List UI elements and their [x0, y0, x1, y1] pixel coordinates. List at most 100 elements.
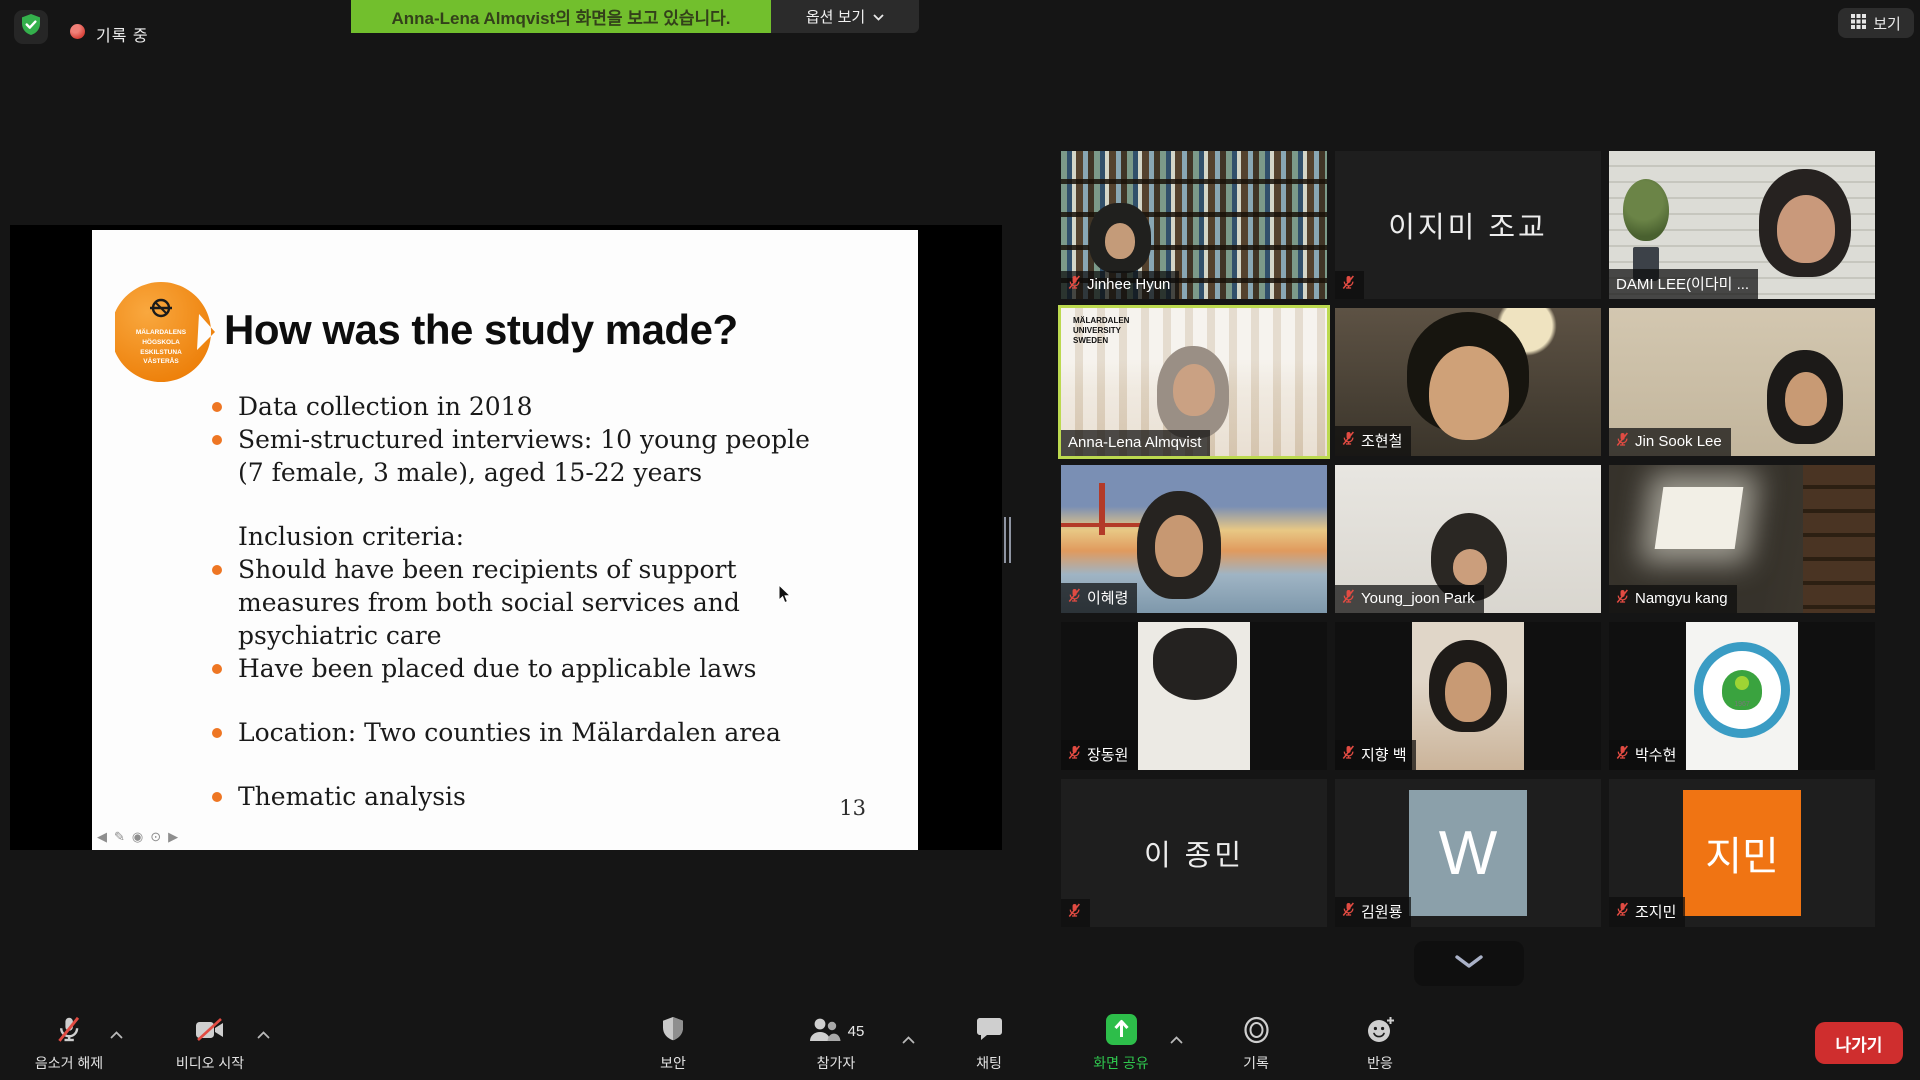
- participant-tile[interactable]: 조현철: [1335, 308, 1601, 456]
- presentation-slide: MÄLARDALENS HÖGSKOLA ESKILSTUNA VÄSTERÅS…: [92, 230, 918, 850]
- participant-name-tag: 조현철: [1335, 426, 1411, 456]
- participant-center-name: 이지미 조교: [1335, 151, 1601, 299]
- slide-bullet-item: Data collection in 2018: [212, 390, 812, 423]
- participants-icon: [808, 1017, 842, 1046]
- participant-tile[interactable]: Young_joon Park: [1335, 465, 1601, 613]
- mute-label: 음소거 해제: [35, 1053, 103, 1073]
- recording-label: 기록 중: [96, 22, 149, 46]
- participant-count-badge: 45: [848, 1023, 865, 1040]
- participant-tile[interactable]: 지향 백: [1335, 622, 1601, 770]
- bullet-marker-icon: [212, 402, 222, 412]
- panel-resize-handle[interactable]: [1004, 517, 1011, 563]
- participant-name-label: 조지민: [1635, 901, 1676, 922]
- person-face: [1777, 195, 1835, 263]
- participant-name-tag: 김원룡: [1335, 897, 1411, 927]
- slide-page-number: 13: [839, 796, 866, 820]
- view-options-label: 옵션 보기: [806, 6, 865, 27]
- participant-tile[interactable]: MÄLARDALEN UNIVERSITY SWEDENAnna-Lena Al…: [1061, 308, 1327, 456]
- share-screen-icon: [1106, 1014, 1137, 1048]
- participant-tile[interactable]: 이 종민: [1061, 779, 1327, 927]
- security-label: 보안: [660, 1053, 686, 1073]
- bullet-text: (7 female, 3 male), aged 15-22 years: [238, 456, 702, 489]
- slide-bullet-item: Inclusion criteria:: [212, 520, 812, 553]
- reactions-icon: [1366, 1016, 1395, 1046]
- slide-title: How was the study made?: [224, 306, 738, 354]
- view-options-button[interactable]: 옵션 보기: [771, 0, 919, 33]
- mic-muted-icon: [1068, 588, 1081, 607]
- participant-name-label: Namgyu kang: [1635, 590, 1728, 607]
- chat-button[interactable]: 채팅: [949, 1014, 1029, 1073]
- participant-tile[interactable]: 1967박수현: [1609, 622, 1875, 770]
- ceiling-light: [1655, 487, 1744, 549]
- participant-name-label: 이혜령: [1087, 587, 1128, 608]
- participant-tile[interactable]: 장동원: [1061, 622, 1327, 770]
- mic-off-icon: [57, 1016, 81, 1047]
- participant-name-label: DAMI LEE(이다미 ...: [1616, 273, 1749, 294]
- participant-name-label: 김원룡: [1361, 901, 1402, 922]
- mic-muted-icon: [1342, 431, 1355, 450]
- bullet-text: Location: Two counties in Mälardalen are…: [238, 716, 781, 749]
- record-button[interactable]: 기록: [1216, 1014, 1296, 1073]
- security-button[interactable]: 보안: [633, 1014, 713, 1073]
- mute-button[interactable]: 음소거 해제: [19, 1014, 119, 1073]
- person-face: [1453, 549, 1487, 585]
- participant-tile[interactable]: DAMI LEE(이다미 ...: [1609, 151, 1875, 299]
- participant-name-label: Jinhee Hyun: [1087, 276, 1170, 293]
- participant-tile[interactable]: 이지미 조교: [1335, 151, 1601, 299]
- participant-name-tag: Namgyu kang: [1609, 585, 1737, 613]
- participant-name-label: Jin Sook Lee: [1635, 433, 1722, 450]
- participant-tile[interactable]: W김원룡: [1335, 779, 1601, 927]
- prev-slide-icon[interactable]: ◀: [97, 829, 107, 845]
- participant-tile[interactable]: 지민조지민: [1609, 779, 1875, 927]
- bullet-marker-icon: [212, 565, 222, 575]
- video-chevron-up-icon[interactable]: [257, 1026, 270, 1044]
- recording-dot-icon: [70, 24, 85, 39]
- slide-bullet-item: Should have been recipients of support m…: [212, 553, 812, 652]
- slide-bullet-item: Location: Two counties in Mälardalen are…: [212, 716, 812, 749]
- shared-screen-area: MÄLARDALENS HÖGSKOLA ESKILSTUNA VÄSTERÅS…: [10, 225, 1002, 850]
- person-face: [1173, 364, 1215, 416]
- participant-tile[interactable]: Namgyu kang: [1609, 465, 1875, 613]
- participant-tile[interactable]: Jin Sook Lee: [1609, 308, 1875, 456]
- bullet-marker-icon: [212, 435, 222, 445]
- next-slide-icon[interactable]: ▶: [168, 829, 178, 845]
- nav-options-icon[interactable]: ⊙: [150, 829, 161, 845]
- bullet-text: Data collection in 2018: [238, 390, 533, 423]
- security-shield-button[interactable]: [14, 10, 48, 44]
- share-chevron-up-icon[interactable]: [1170, 1031, 1183, 1049]
- participant-name-tag: 장동원: [1061, 740, 1137, 770]
- grid-view-icon: [1851, 14, 1866, 33]
- person-silhouette: [1153, 628, 1237, 700]
- pen-tool-icon[interactable]: ✎: [114, 829, 125, 845]
- participant-name-label: 박수현: [1635, 744, 1676, 765]
- view-button[interactable]: 보기: [1838, 8, 1914, 38]
- share-label: 화면 공유: [1093, 1053, 1148, 1073]
- participant-name-label: 지향 백: [1361, 744, 1407, 765]
- gallery-collapse-button[interactable]: [1414, 941, 1524, 986]
- leave-meeting-button[interactable]: 나가기: [1815, 1022, 1903, 1064]
- nav-menu-icon[interactable]: ◉: [132, 829, 143, 845]
- participants-chevron-up-icon[interactable]: [902, 1031, 915, 1049]
- mic-muted-icon: [1068, 275, 1081, 294]
- bullet-text: Thematic analysis: [238, 780, 466, 813]
- bullet-marker-icon: [212, 792, 222, 802]
- participant-name-tag: Jin Sook Lee: [1609, 428, 1731, 456]
- slideshow-nav-controls[interactable]: ◀ ✎ ◉ ⊙ ▶: [97, 829, 178, 845]
- share-button[interactable]: 화면 공유: [1071, 1014, 1171, 1073]
- video-button[interactable]: 비디오 시작: [160, 1014, 260, 1073]
- participant-avatar: 지민: [1683, 790, 1801, 916]
- bullet-marker-icon: [212, 664, 222, 674]
- participant-tile[interactable]: Jinhee Hyun: [1061, 151, 1327, 299]
- slide-bullet-list: Data collection in 2018Semi-structured i…: [212, 390, 812, 813]
- reactions-button[interactable]: 반응: [1340, 1014, 1420, 1073]
- mute-chevron-up-icon[interactable]: [110, 1026, 123, 1044]
- reactions-label: 반응: [1367, 1053, 1393, 1073]
- bullet-text: Semi-structured interviews: 10 young peo…: [238, 423, 810, 456]
- person-face: [1429, 346, 1509, 440]
- university-logo-text: MÄLARDALENS HÖGSKOLA ESKILSTUNA VÄSTERÅS: [125, 328, 197, 367]
- participant-name-tag: Young_joon Park: [1335, 585, 1484, 613]
- mic-muted-icon: [1342, 275, 1355, 294]
- participants-button[interactable]: 45참가자: [782, 1014, 890, 1073]
- participant-gallery: Jinhee Hyun 이지미 조교 DAMI LEE(이다미 ... MÄLARDA…: [1061, 151, 1875, 927]
- participant-tile[interactable]: 이혜령: [1061, 465, 1327, 613]
